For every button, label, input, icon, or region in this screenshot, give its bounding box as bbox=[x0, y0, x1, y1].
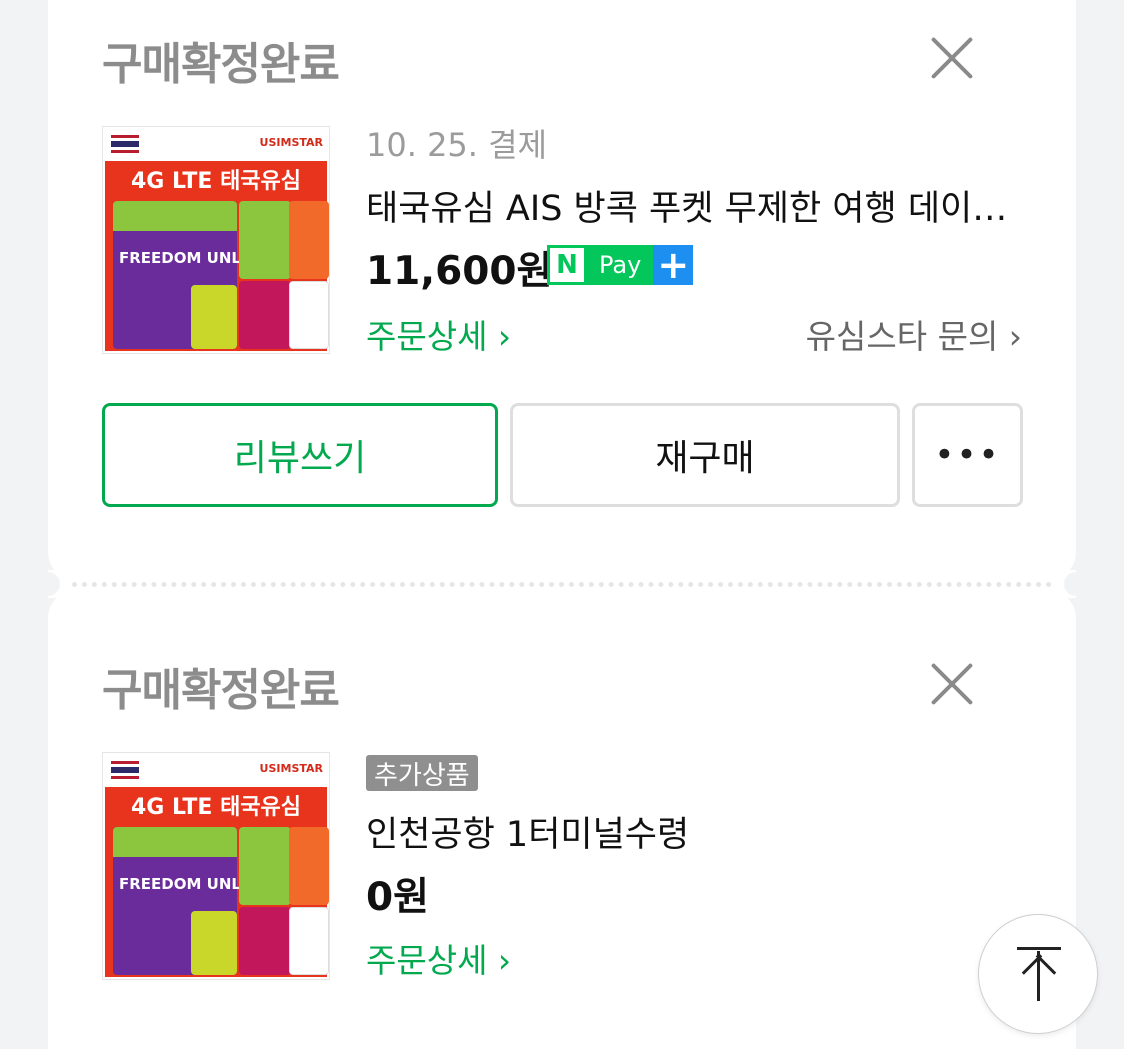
brand-logo: USIMSTAR bbox=[259, 136, 323, 149]
more-options-button[interactable]: ••• bbox=[912, 403, 1023, 507]
product-name[interactable]: 인천공항 1터미널수령 bbox=[366, 806, 1026, 857]
scroll-to-top-button[interactable] bbox=[978, 914, 1098, 1034]
thumbnail-title: 4G LTE 태국유심 bbox=[130, 169, 302, 194]
product-thumbnail[interactable]: USIMSTAR 4G LTE 태국유심 FREEDOM UNLIMITED bbox=[102, 752, 330, 980]
add-on-product-badge: 추가상품 bbox=[366, 755, 478, 791]
card-divider bbox=[36, 570, 1088, 598]
close-icon[interactable] bbox=[928, 660, 976, 708]
order-status: 구매확정완료 bbox=[102, 665, 340, 716]
product-price: 0원 bbox=[366, 875, 430, 920]
thumbnail-title: 4G LTE 태국유심 bbox=[130, 795, 302, 820]
order-detail-link[interactable]: 주문상세 › bbox=[366, 310, 511, 358]
thai-flag-icon bbox=[111, 761, 139, 779]
npay-label: Pay bbox=[587, 245, 654, 285]
plus-icon: + bbox=[653, 243, 694, 287]
write-review-button[interactable]: 리뷰쓰기 bbox=[102, 403, 498, 507]
product-thumbnail[interactable]: USIMSTAR 4G LTE 태국유심 FREEDOM UNLIMITED bbox=[102, 126, 330, 354]
naver-icon: N bbox=[547, 245, 587, 285]
thai-flag-icon bbox=[111, 135, 139, 153]
close-icon[interactable] bbox=[928, 34, 976, 82]
product-price: 11,600원 bbox=[366, 249, 553, 294]
arrow-up-icon bbox=[1017, 947, 1061, 950]
product-name[interactable]: 태국유심 AIS 방콕 푸켓 무제한 여행 데이터 유심 bbox=[366, 180, 1016, 231]
order-detail-link[interactable]: 주문상세 › bbox=[366, 934, 511, 982]
seller-inquiry-link[interactable]: 유심스타 문의 › bbox=[806, 310, 1022, 358]
rebuy-button[interactable]: 재구매 bbox=[510, 403, 900, 507]
brand-logo: USIMSTAR bbox=[259, 762, 323, 775]
npay-badge: N Pay + bbox=[547, 243, 694, 287]
payment-date: 10. 25. 결제 bbox=[366, 126, 548, 164]
order-status: 구매확정완료 bbox=[102, 39, 340, 90]
